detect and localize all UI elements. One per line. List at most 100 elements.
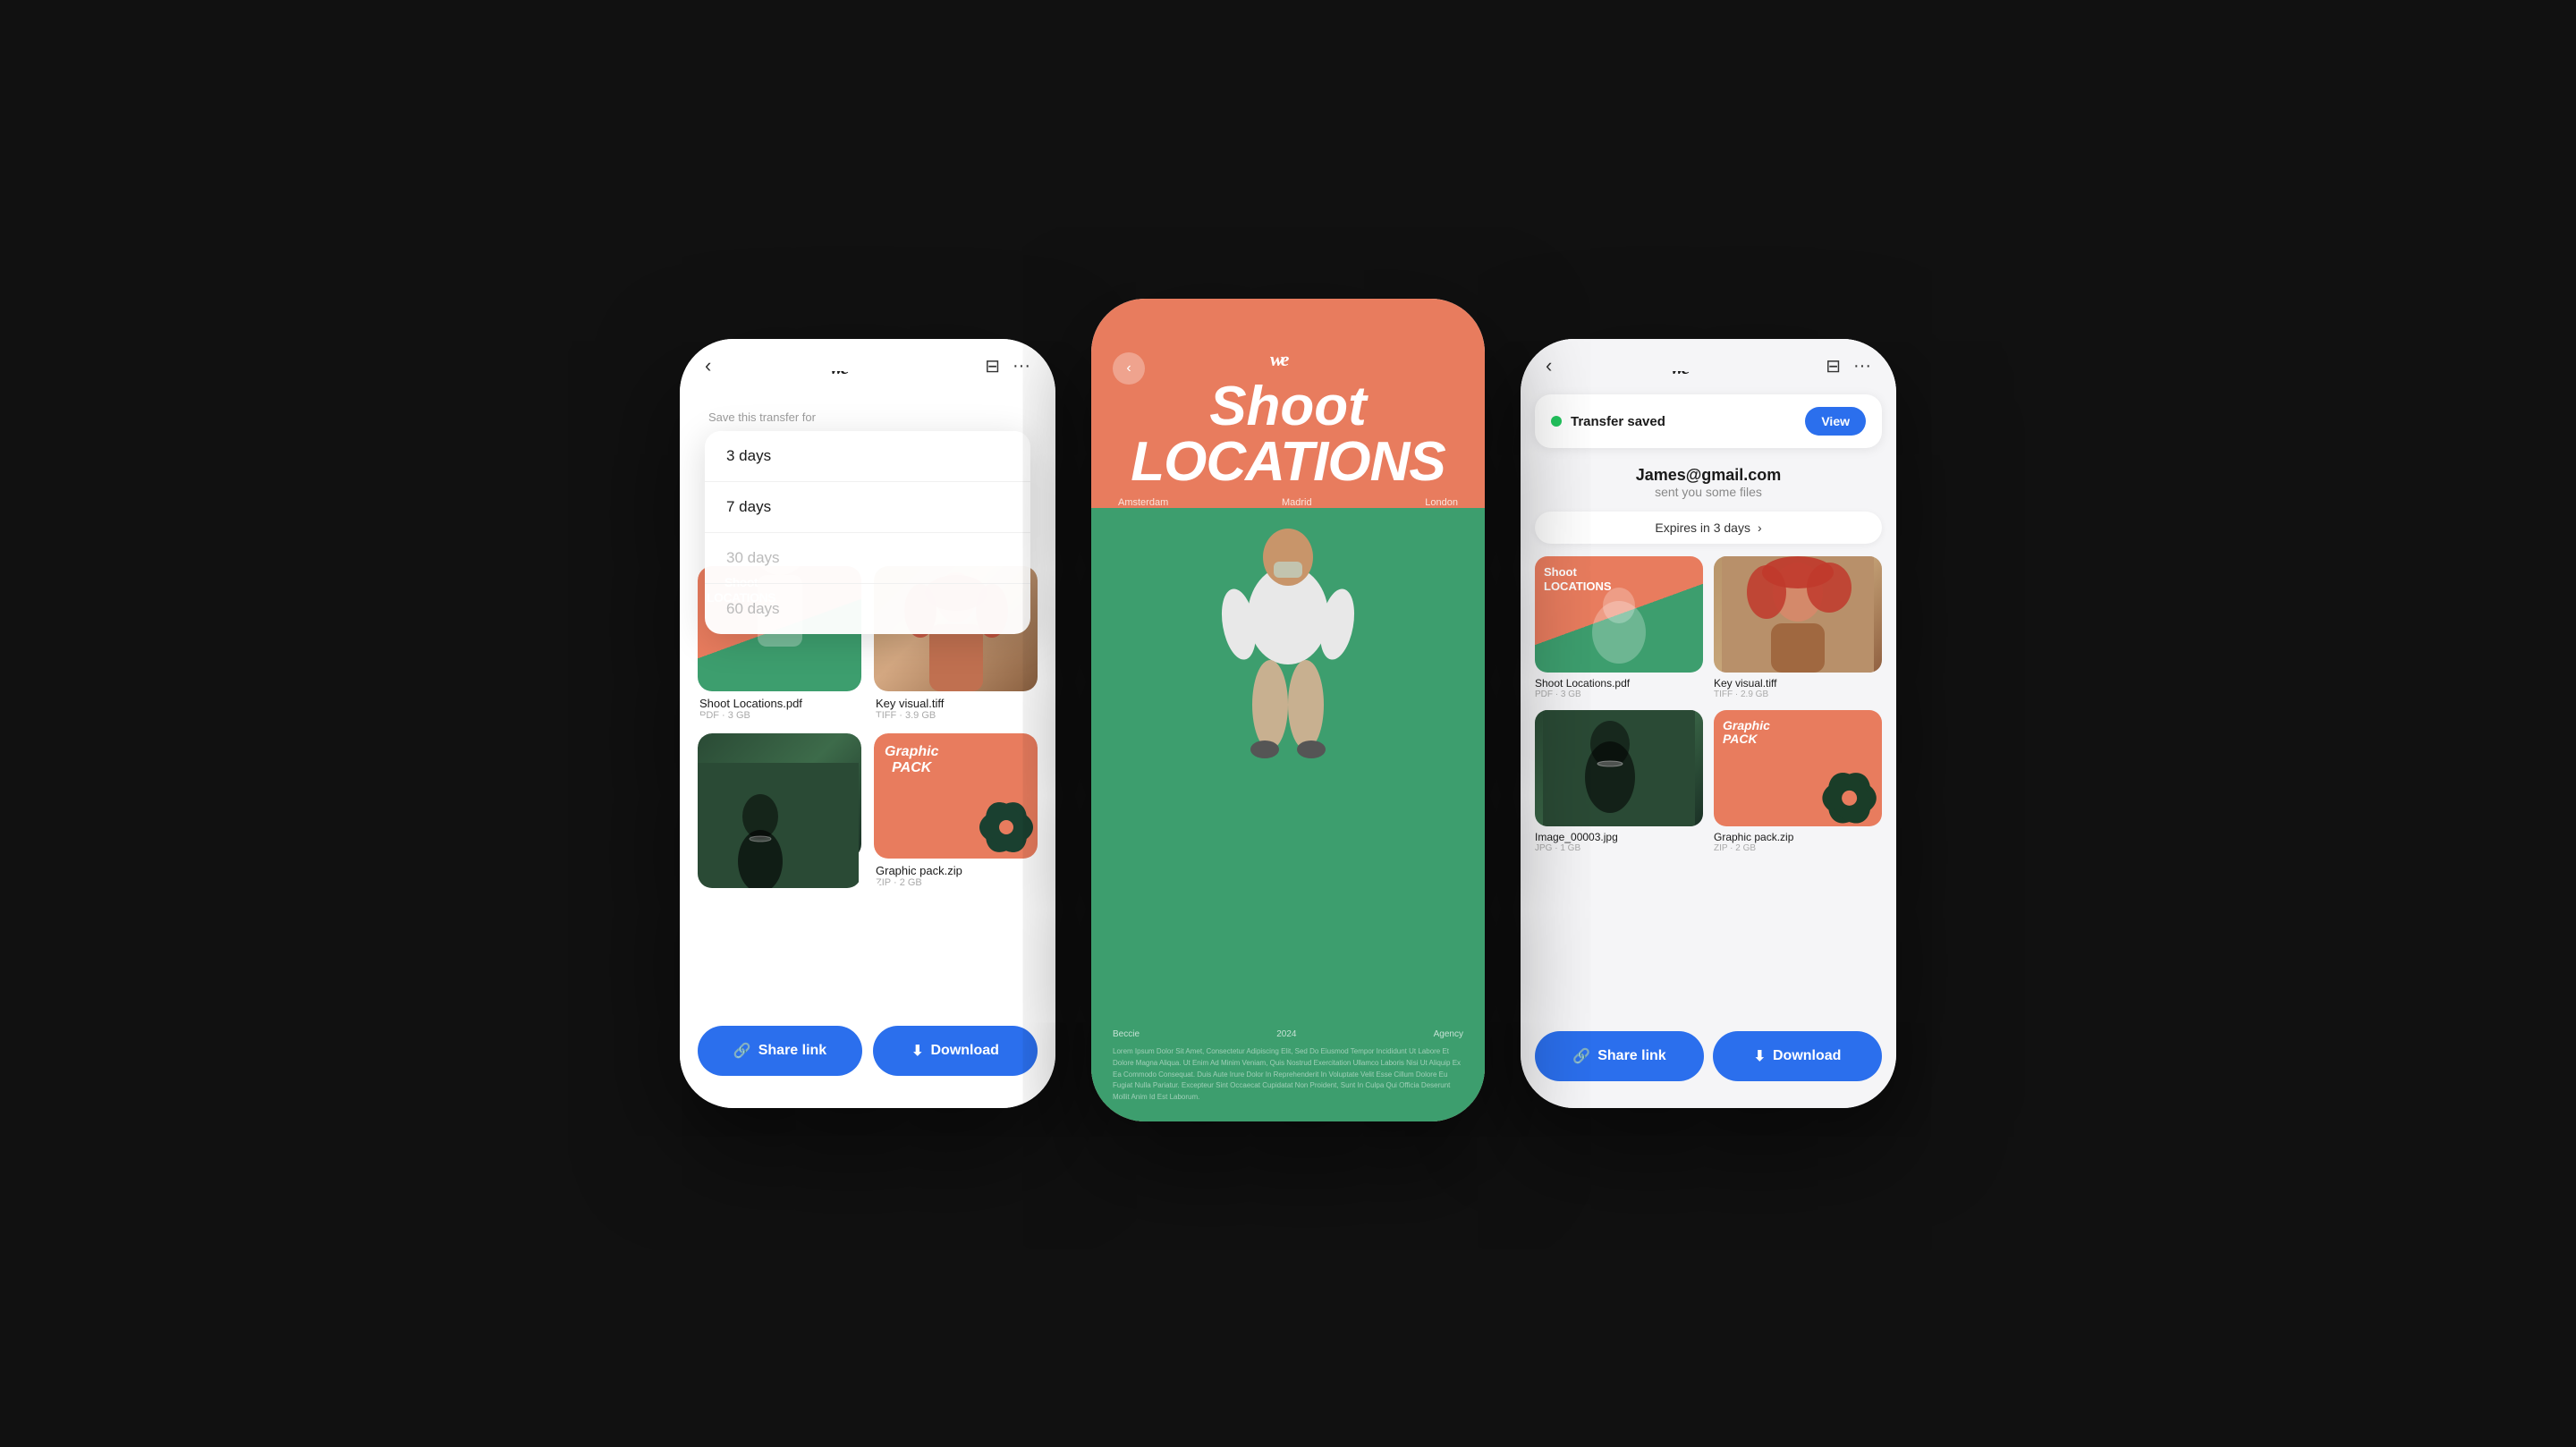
right-file-name-img3: Image_00003.jpg (1535, 831, 1703, 843)
file-name-keyviz-left: Key visual.tiff (874, 697, 1038, 710)
phone-left: ‹ we ⊟ ··· Save this transfer for 3 days… (680, 339, 1055, 1108)
share-icon-left: 🔗 (733, 1042, 751, 1060)
keyviz-svg (1714, 556, 1882, 673)
file-item-graphicpack-right[interactable]: GraphicPACK (1714, 710, 1882, 853)
center-logo-area: we (1091, 345, 1485, 370)
dropdown-item-60days[interactable]: 60 days (705, 584, 1030, 634)
graphic-pack-text-left: GraphicPACK (885, 744, 938, 775)
t-graphicpack: GraphicPACK (1714, 710, 1882, 826)
bottom-bar-right: 🔗 Share link ⬇ Download (1521, 1019, 1896, 1108)
svg-text:we: we (1270, 348, 1290, 369)
dropdown-overlay: Save this transfer for 3 days 7 days 30 … (705, 410, 1030, 634)
back-button-right[interactable]: ‹ (1546, 354, 1552, 377)
dropdown-item-7days[interactable]: 7 days (705, 482, 1030, 533)
footer-label-left: Beccie (1113, 1029, 1140, 1039)
city-london: London (1425, 497, 1458, 508)
file-item-graphicpack-left[interactable]: GraphicPACK Graphic pac (874, 733, 1038, 888)
file-meta-graphicpack-left: ZIP · 2 GB (874, 877, 1038, 888)
thumb-graphicpack-left: GraphicPACK (874, 733, 1038, 859)
center-footer-text: Beccie 2024 Agency Lorem Ipsum Dolor Sit… (1091, 1011, 1485, 1121)
dropdown-card: 3 days 7 days 30 days 60 days (705, 431, 1030, 634)
file-item-img3-left[interactable]: Image_00003.jpg JPG · 1 GB (698, 733, 861, 888)
thumb-img3-right (1535, 710, 1703, 826)
bottom-bar-left: 🔗 Share link ⬇ Download (680, 1008, 1055, 1108)
city-madrid: Madrid (1282, 497, 1312, 508)
chevron-right-icon: › (1758, 520, 1762, 535)
phone-right: ‹ we ⊟ ··· Transfer saved View James@gma… (1521, 339, 1896, 1108)
more-icon-left[interactable]: ··· (1013, 356, 1030, 377)
notch-center (1216, 299, 1360, 331)
footer-label-right: Agency (1434, 1029, 1463, 1039)
file-item-shoot-right[interactable]: ShootLOCATIONS Shoot Locations.pdf PDF ·… (1535, 556, 1703, 699)
sender-sub: sent you some files (1521, 485, 1896, 499)
shoot-svg-right (1535, 556, 1703, 673)
screen-left: ‹ we ⊟ ··· Save this transfer for 3 days… (680, 339, 1055, 1108)
right-file-name-graphicpack: Graphic pack.zip (1714, 831, 1882, 843)
file-name-shoot-left: Shoot Locations.pdf (698, 697, 861, 710)
dropdown-item-3days[interactable]: 3 days (705, 431, 1030, 482)
file-grid-right: ShootLOCATIONS Shoot Locations.pdf PDF ·… (1521, 553, 1896, 853)
file-meta-shoot-left: PDF · 3 GB (698, 710, 861, 721)
person-topdown-svg (1190, 508, 1386, 812)
sender-info: James@gmail.com sent you some files (1521, 455, 1896, 503)
green-dot (1551, 416, 1562, 427)
expires-text: Expires in 3 days (1655, 520, 1750, 535)
img3-svg (1535, 710, 1703, 826)
t-shoot: ShootLOCATIONS (1535, 556, 1703, 673)
right-file-meta-shoot: PDF · 3 GB (1535, 690, 1703, 699)
footer-year: 2024 (1276, 1029, 1296, 1039)
dropdown-item-30days[interactable]: 30 days (705, 533, 1030, 584)
download-button-left[interactable]: ⬇ Download (873, 1026, 1038, 1076)
right-file-meta-keyviz: TIFF · 2.9 GB (1714, 690, 1882, 699)
cities-row: Amsterdam Madrid London (1091, 490, 1485, 508)
gp-text-right: GraphicPACK (1723, 719, 1770, 747)
gp-leaf-right (1813, 757, 1882, 826)
download-icon-right: ⬇ (1754, 1047, 1766, 1065)
thumb-graphicpack-right: GraphicPACK (1714, 710, 1882, 826)
more-icon-right[interactable]: ··· (1853, 356, 1871, 377)
screen-right: ‹ we ⊟ ··· Transfer saved View James@gma… (1521, 339, 1896, 1108)
shoot-title-line2: LOCATIONS (1118, 435, 1458, 490)
file-item-img3-right[interactable]: Image_00003.jpg JPG · 1 GB (1535, 710, 1703, 853)
dropdown-label: Save this transfer for (705, 410, 1030, 424)
transfer-saved-banner: Transfer saved View (1535, 394, 1882, 448)
notch-right (1637, 339, 1780, 371)
notch-left (796, 339, 939, 371)
download-button-right[interactable]: ⬇ Download (1713, 1031, 1882, 1081)
right-file-name-keyviz: Key visual.tiff (1714, 677, 1882, 690)
file-meta-keyviz-left: TIFF · 3.9 GB (874, 710, 1038, 721)
city-amsterdam: Amsterdam (1118, 497, 1168, 508)
shoot-title-line1: Shoot (1118, 379, 1458, 435)
center-footer-row: Beccie 2024 Agency (1113, 1029, 1463, 1039)
main-scene: ‹ we ⊟ ··· Save this transfer for 3 days… (680, 326, 1896, 1121)
file-item-keyviz-right[interactable]: Key visual.tiff TIFF · 2.9 GB (1714, 556, 1882, 699)
graphic-pack-leaf-left (966, 787, 1038, 859)
thumb-shoot-right: ShootLOCATIONS (1535, 556, 1703, 673)
transfer-saved-text: Transfer saved (1571, 414, 1796, 429)
right-file-meta-img3: JPG · 1 GB (1535, 843, 1703, 853)
t-img3 (1535, 710, 1703, 826)
thumb-keyviz-right (1714, 556, 1882, 673)
right-file-meta-graphicpack: ZIP · 2 GB (1714, 843, 1882, 853)
sender-email: James@gmail.com (1521, 466, 1896, 485)
logo-center: we (1270, 345, 1306, 370)
shoot-title: Shoot LOCATIONS (1091, 370, 1485, 490)
bookmark-icon-right[interactable]: ⊟ (1826, 355, 1841, 377)
phone-center: ‹ we Shoot LOCATIONS Amsterdam Madrid Lo… (1091, 299, 1485, 1121)
share-link-button-left[interactable]: 🔗 Share link (698, 1026, 862, 1076)
back-button-left[interactable]: ‹ (705, 354, 711, 377)
view-button[interactable]: View (1805, 407, 1866, 436)
center-image-area: Beccie 2024 Agency Lorem Ipsum Dolor Sit… (1091, 508, 1485, 1121)
thumb-img3-left (698, 733, 861, 859)
download-icon-left: ⬇ (911, 1042, 923, 1060)
t-keyviz (1714, 556, 1882, 673)
bookmark-icon-left[interactable]: ⊟ (985, 355, 1000, 377)
right-file-name-shoot: Shoot Locations.pdf (1535, 677, 1703, 690)
screen-center: ‹ we Shoot LOCATIONS Amsterdam Madrid Lo… (1091, 299, 1485, 1121)
center-body-text: Lorem Ipsum Dolor Sit Amet, Consectetur … (1113, 1046, 1463, 1104)
back-button-center[interactable]: ‹ (1113, 352, 1145, 385)
expires-pill[interactable]: Expires in 3 days › (1535, 512, 1882, 544)
top-icons-left: ⊟ ··· (985, 355, 1030, 377)
share-link-button-right[interactable]: 🔗 Share link (1535, 1031, 1704, 1081)
top-icons-right: ⊟ ··· (1826, 355, 1871, 377)
